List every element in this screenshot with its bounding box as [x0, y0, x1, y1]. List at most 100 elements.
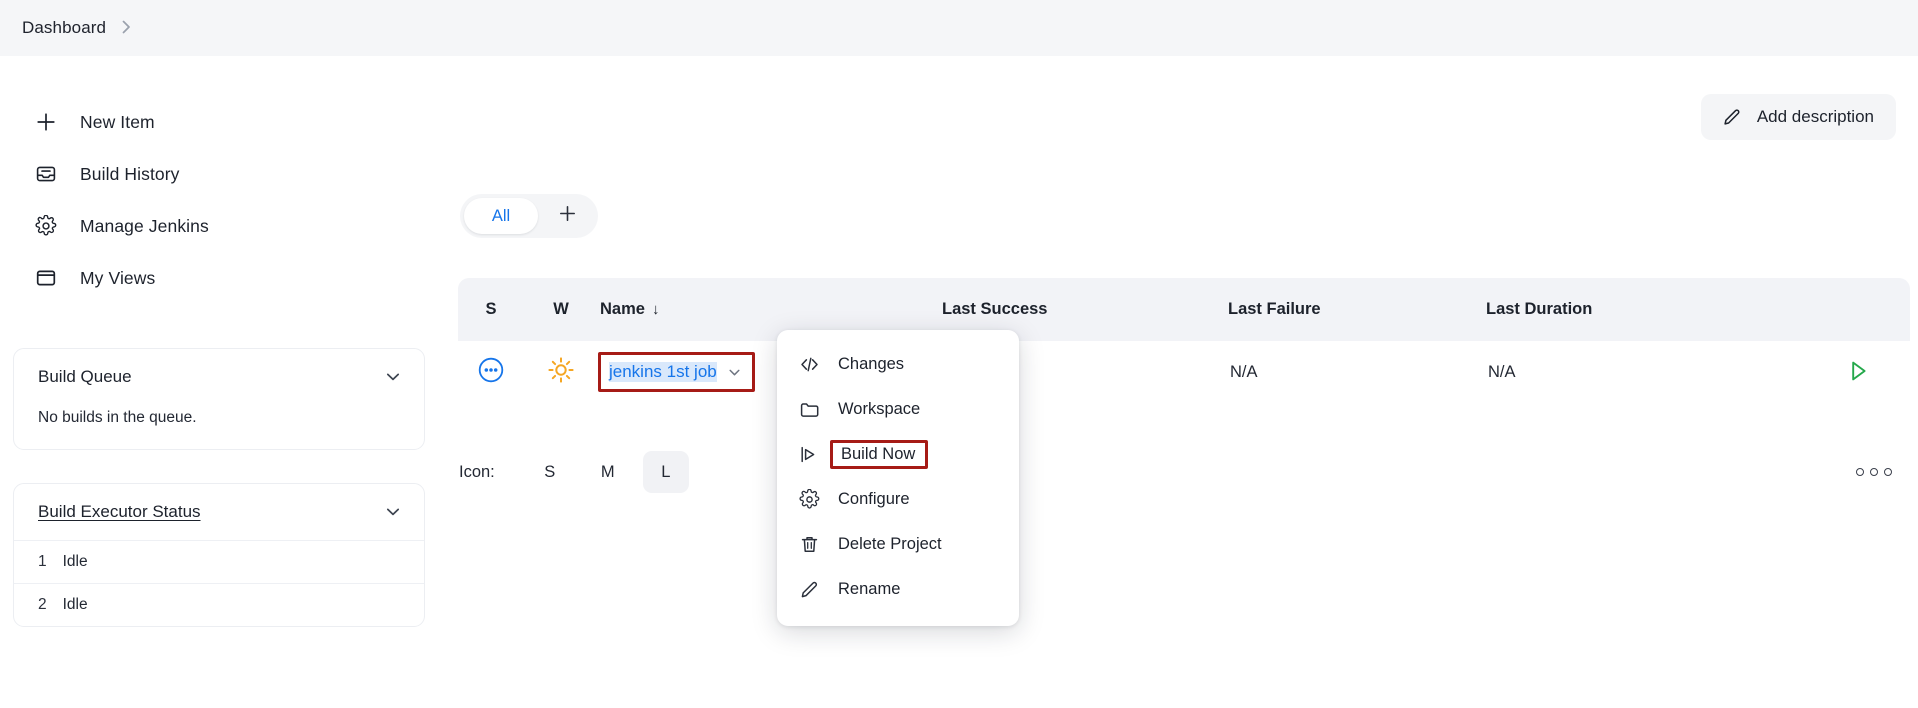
build-queue-title: Build Queue [38, 367, 132, 386]
breadcrumb-bar: Dashboard [0, 0, 1918, 56]
cell-weather [524, 341, 598, 403]
executor-number: 2 [38, 596, 47, 613]
context-menu-item-build-now[interactable]: Build Now [777, 432, 1019, 477]
legend-dot [1884, 468, 1892, 476]
build-queue-panel: Build Queue No builds in the queue. [13, 348, 425, 450]
jobs-table-body: jenkins 1st job N/A N/A [458, 341, 1910, 403]
cell-last-failure: N/A [1228, 341, 1486, 403]
build-executor-status-title[interactable]: Build Executor Status [38, 502, 201, 522]
context-menu-item-label: Changes [838, 355, 905, 373]
context-menu-item-label: Build Now [830, 440, 929, 469]
job-name-label: jenkins 1st job [609, 362, 717, 382]
chevron-down-icon[interactable] [384, 503, 402, 521]
column-header-last-duration[interactable]: Last Duration [1486, 278, 1806, 341]
last-failure-value: N/A [1230, 362, 1258, 381]
table-row: jenkins 1st job N/A N/A [458, 341, 1910, 403]
legend-dot [1856, 468, 1864, 476]
executor-row[interactable]: 1 Idle [14, 540, 424, 583]
context-menu-item-label: Delete Project [838, 535, 942, 553]
jobs-table-head: S W Name ↓ Last Success Last Failure Las… [458, 278, 1910, 341]
job-context-menu: Changes Workspace Build Now Configure De… [777, 330, 1019, 626]
gear-icon [34, 214, 58, 238]
sidebar-item-build-history[interactable]: Build History [0, 148, 440, 200]
column-header-weather-label: W [553, 300, 569, 318]
cell-status [458, 341, 524, 403]
sun-icon[interactable] [547, 356, 575, 384]
code-icon [799, 354, 820, 375]
executor-status: Idle [62, 553, 88, 570]
column-header-name-label: Name [600, 300, 645, 318]
executor-number: 1 [38, 553, 47, 570]
inbox-icon [34, 162, 58, 186]
view-tabs: All [460, 194, 598, 238]
job-name-link[interactable]: jenkins 1st job [598, 352, 755, 392]
add-description-label: Add description [1756, 107, 1874, 126]
icon-size-selector: Icon: S M L [458, 448, 1910, 496]
context-menu-item-rename[interactable]: Rename [777, 567, 1019, 612]
plus-icon [558, 204, 577, 228]
sidebar-item-manage-jenkins[interactable]: Manage Jenkins [0, 200, 440, 252]
context-menu-item-changes[interactable]: Changes [777, 342, 1019, 387]
trash-icon [799, 534, 820, 555]
context-menu-item-label: Configure [838, 490, 910, 508]
play-icon [799, 444, 820, 465]
breadcrumb-separator-icon [122, 20, 131, 37]
jobs-table-header-row: S W Name ↓ Last Success Last Failure Las… [458, 278, 1910, 341]
executor-row[interactable]: 2 Idle [14, 583, 424, 626]
context-menu-item-workspace[interactable]: Workspace [777, 387, 1019, 432]
icon-size-option-l[interactable]: L [642, 451, 689, 493]
add-view-button[interactable] [540, 198, 594, 234]
column-header-weather[interactable]: W [524, 278, 598, 341]
build-queue-header[interactable]: Build Queue [14, 349, 424, 405]
column-header-status-label: S [485, 300, 497, 318]
build-queue-empty-text: No builds in the queue. [38, 409, 197, 426]
build-queue-body: No builds in the queue. [14, 405, 424, 449]
sidebar-item-my-views[interactable]: My Views [0, 252, 440, 304]
sidebar-item-label: New Item [80, 111, 155, 132]
cell-last-duration: N/A [1486, 341, 1806, 403]
breadcrumb-item-dashboard[interactable]: Dashboard [22, 18, 106, 38]
icon-size-option-s[interactable]: S [527, 451, 573, 493]
window-icon [34, 266, 58, 290]
context-menu-item-label: Rename [838, 580, 901, 598]
column-header-last-failure[interactable]: Last Failure [1228, 278, 1486, 341]
folder-icon [799, 399, 820, 420]
pencil-icon [799, 579, 820, 600]
context-menu-item-label: Workspace [838, 400, 921, 418]
chevron-down-icon[interactable] [727, 365, 742, 380]
three-circles-icon[interactable] [1856, 468, 1892, 476]
icon-size-option-m[interactable]: M [585, 451, 631, 493]
sidebar-item-label: Build History [80, 163, 180, 184]
pencil-icon [1720, 105, 1744, 129]
jobs-table-container: S W Name ↓ Last Success Last Failure Las… [458, 278, 1910, 403]
build-now-play-button[interactable] [1840, 354, 1876, 390]
gear-icon [799, 489, 820, 510]
pending-circle-icon[interactable] [477, 356, 505, 384]
sort-ascending-icon: ↓ [651, 301, 660, 318]
sidebar: New Item Build History Manage Jenkins My… [0, 56, 440, 627]
sidebar-nav: New Item Build History Manage Jenkins My… [0, 96, 440, 304]
column-header-last-success-label: Last Success [942, 300, 1048, 318]
sidebar-item-label: Manage Jenkins [80, 215, 209, 236]
sidebar-item-new-item[interactable]: New Item [0, 96, 440, 148]
column-header-last-duration-label: Last Duration [1486, 300, 1593, 318]
column-header-last-failure-label: Last Failure [1228, 300, 1321, 318]
add-description-button[interactable]: Add description [1700, 94, 1896, 140]
chevron-down-icon[interactable] [384, 368, 402, 386]
executor-status: Idle [62, 596, 88, 613]
play-icon [1845, 358, 1871, 387]
plus-icon [34, 110, 58, 134]
icon-size-label: Icon: [459, 462, 495, 481]
build-executor-status-panel: Build Executor Status 1 Idle 2 Idle [13, 483, 425, 627]
cell-actions [1806, 341, 1910, 403]
build-executor-status-header[interactable]: Build Executor Status [14, 484, 424, 540]
legend-dot [1870, 468, 1878, 476]
context-menu-item-configure[interactable]: Configure [777, 477, 1019, 522]
tab-label: All [491, 206, 511, 225]
context-menu-item-delete-project[interactable]: Delete Project [777, 522, 1019, 567]
tab-all[interactable]: All [464, 198, 538, 234]
column-header-status[interactable]: S [458, 278, 524, 341]
sidebar-item-label: My Views [80, 267, 156, 288]
last-duration-value: N/A [1488, 362, 1516, 381]
column-header-actions [1806, 278, 1910, 341]
